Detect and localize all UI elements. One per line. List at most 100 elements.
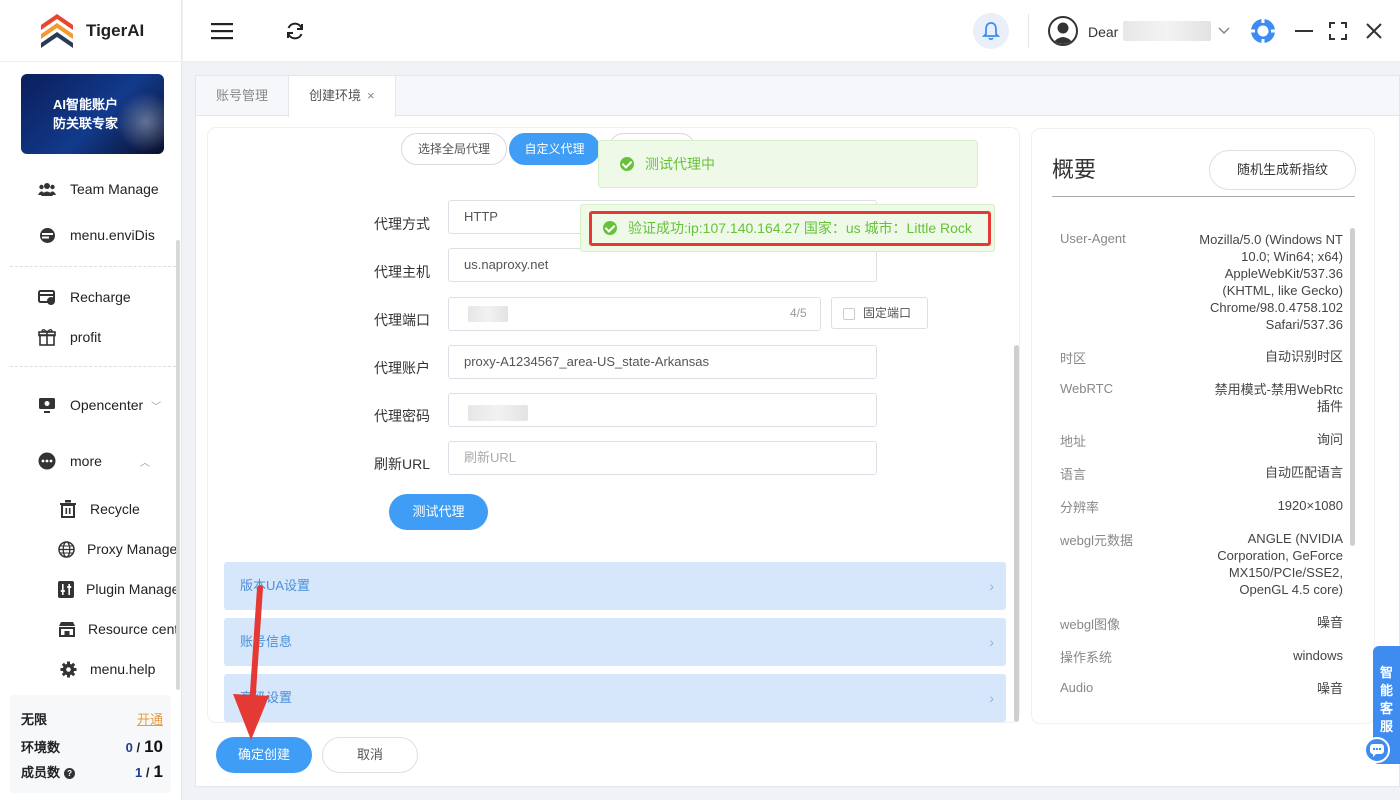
sidebar-item-label: more bbox=[70, 453, 102, 469]
store-icon bbox=[58, 619, 76, 639]
highlighted-success-message: 验证成功:ip:107.140.164.27 国家：us 城市：Little R… bbox=[589, 211, 991, 246]
sidebar-subitem-label: Plugin Manager bbox=[86, 581, 176, 597]
sidebar-divider bbox=[10, 366, 176, 367]
overview-scrollbar[interactable] bbox=[1350, 228, 1355, 546]
confirm-create-button[interactable]: 确定创建 bbox=[216, 737, 312, 773]
overview-divider bbox=[1052, 196, 1355, 197]
sidebar-item-more[interactable]: more ︿ bbox=[0, 444, 176, 478]
testing-message: 测试代理中 bbox=[645, 156, 715, 172]
global-proxy-option[interactable]: 选择全局代理 bbox=[401, 133, 507, 165]
sidebar-subitem-label: Recycle bbox=[90, 501, 140, 517]
section-account-info[interactable]: 账号信息 › bbox=[224, 618, 1006, 666]
sidebar-item-label: profit bbox=[70, 329, 102, 345]
logo[interactable]: TigerAI bbox=[0, 0, 182, 62]
sidebar-item-help[interactable]: menu.help bbox=[0, 652, 176, 686]
promo-banner[interactable]: AI智能账户 防关联专家 bbox=[21, 74, 164, 154]
password-value-redacted bbox=[468, 405, 528, 421]
minimize-icon[interactable] bbox=[1295, 22, 1313, 40]
success-check-icon bbox=[620, 157, 634, 171]
team-icon bbox=[37, 179, 57, 199]
env-count-label: 环境数 bbox=[21, 740, 61, 755]
sidebar-item-recharge[interactable]: Recharge bbox=[0, 280, 176, 314]
proxy-account-input[interactable]: proxy-A1234567_area-US_state-Arkansas bbox=[448, 345, 877, 379]
form-scrollbar[interactable] bbox=[1014, 345, 1019, 722]
member-count-label: 成员数? bbox=[21, 762, 76, 781]
section-ua-settings[interactable]: 版本UA设置 › bbox=[224, 562, 1006, 610]
sidebar-item-team-manage[interactable]: Team Manage bbox=[0, 172, 176, 206]
sidebar: TigerAI AI智能账户 防关联专家 Team Manage menu.en… bbox=[0, 0, 182, 800]
proxy-type-label: 代理方式 bbox=[374, 216, 430, 232]
trash-icon bbox=[58, 499, 78, 519]
chevron-right-icon: › bbox=[989, 634, 994, 650]
member-count: 1 /1 bbox=[135, 762, 163, 781]
environment-icon bbox=[37, 225, 57, 245]
bell-icon[interactable] bbox=[973, 13, 1009, 49]
sidebar-item-envidis[interactable]: menu.enviDis bbox=[0, 218, 176, 252]
close-icon[interactable] bbox=[1364, 21, 1384, 41]
chat-bubble-icon[interactable] bbox=[1364, 737, 1390, 763]
plan-stats: 无限 开通 环境数 0 /10 成员数? 1 /1 bbox=[10, 695, 171, 793]
network-status-icon[interactable] bbox=[1249, 17, 1277, 45]
maximize-icon[interactable] bbox=[1328, 21, 1348, 41]
sidebar-item-profit[interactable]: profit bbox=[0, 320, 176, 354]
tab-close-icon[interactable]: × bbox=[367, 88, 375, 103]
recharge-icon bbox=[37, 287, 57, 307]
sidebar-divider bbox=[10, 266, 176, 267]
sidebar-item-resource-center[interactable]: Resource center bbox=[0, 612, 176, 646]
gear-icon bbox=[58, 659, 78, 679]
refresh-icon[interactable] bbox=[284, 20, 306, 42]
tab-account-manage[interactable]: 账号管理 bbox=[196, 76, 288, 116]
proxy-host-input[interactable]: us.naproxy.net bbox=[448, 248, 877, 282]
monitor-icon bbox=[37, 395, 57, 415]
sidebar-subitem-label: Resource center bbox=[88, 621, 176, 637]
port-char-count: 4/5 bbox=[790, 306, 807, 320]
chevron-down-icon[interactable] bbox=[1216, 23, 1232, 39]
sidebar-item-label: Opencenter bbox=[70, 397, 144, 413]
refresh-url-input[interactable]: 刷新URL bbox=[448, 441, 877, 475]
sidebar-item-label: menu.enviDis bbox=[70, 227, 155, 243]
success-notification: 验证成功:ip:107.140.164.27 国家：us 城市：Little R… bbox=[580, 204, 995, 252]
app-name: TigerAI bbox=[86, 21, 145, 40]
custom-proxy-option[interactable]: 自定义代理 bbox=[509, 133, 600, 165]
proxy-host-label: 代理主机 bbox=[374, 264, 430, 280]
more-dots-icon bbox=[37, 451, 57, 471]
avatar[interactable] bbox=[1048, 16, 1078, 46]
proxy-password-label: 代理密码 bbox=[374, 408, 430, 424]
help-icon[interactable]: ? bbox=[64, 768, 76, 779]
tiger-logo-icon bbox=[41, 14, 73, 48]
generate-fingerprint-button[interactable]: 随机生成新指纹 bbox=[1209, 150, 1356, 190]
plan-label: 无限 bbox=[21, 712, 48, 727]
test-proxy-button[interactable]: 测试代理 bbox=[389, 494, 488, 530]
sidebar-subitem-label: Proxy Manager bbox=[87, 541, 176, 557]
header-separator bbox=[1028, 14, 1029, 48]
checkbox-icon bbox=[843, 308, 855, 320]
plugin-icon bbox=[58, 579, 74, 599]
sidebar-item-plugin-manager[interactable]: Plugin Manager bbox=[0, 572, 176, 606]
section-advanced-settings[interactable]: 高级设置 › bbox=[224, 674, 1006, 722]
banner-line2: 防关联专家 bbox=[53, 116, 119, 131]
sidebar-item-proxy-manager[interactable]: Proxy Manager bbox=[0, 532, 176, 566]
fixed-port-checkbox[interactable]: 固定端口 bbox=[831, 297, 928, 329]
tab-create-environment[interactable]: 创建环境 × bbox=[288, 76, 396, 117]
tab-bar: 账号管理 创建环境 × bbox=[196, 76, 1399, 117]
top-header: Dear bbox=[183, 0, 1400, 62]
chevron-up-icon: ︿ bbox=[139, 457, 150, 469]
sidebar-item-recycle[interactable]: Recycle bbox=[0, 492, 176, 526]
testing-notification: 测试代理中 bbox=[598, 140, 978, 188]
username-redacted bbox=[1123, 21, 1211, 41]
menu-toggle-icon[interactable] bbox=[211, 20, 233, 42]
sidebar-scrollbar[interactable] bbox=[176, 240, 180, 690]
open-plan-link[interactable]: 开通 bbox=[137, 709, 163, 728]
sidebar-item-label: Team Manage bbox=[70, 181, 159, 197]
chevron-right-icon: › bbox=[989, 578, 994, 594]
proxy-account-label: 代理账户 bbox=[374, 360, 430, 376]
sidebar-item-label: Recharge bbox=[70, 289, 131, 305]
cancel-button[interactable]: 取消 bbox=[322, 737, 418, 773]
chevron-down-icon: ﹀ bbox=[151, 401, 162, 413]
refresh-url-label: 刷新URL bbox=[373, 456, 430, 472]
sidebar-item-opencenter[interactable]: Opencenter ﹀ bbox=[0, 388, 176, 422]
env-count: 0 /10 bbox=[125, 737, 163, 756]
user-greeting: Dear bbox=[1088, 24, 1119, 40]
port-value-redacted bbox=[468, 306, 508, 322]
proxy-port-label: 代理端口 bbox=[374, 312, 430, 328]
